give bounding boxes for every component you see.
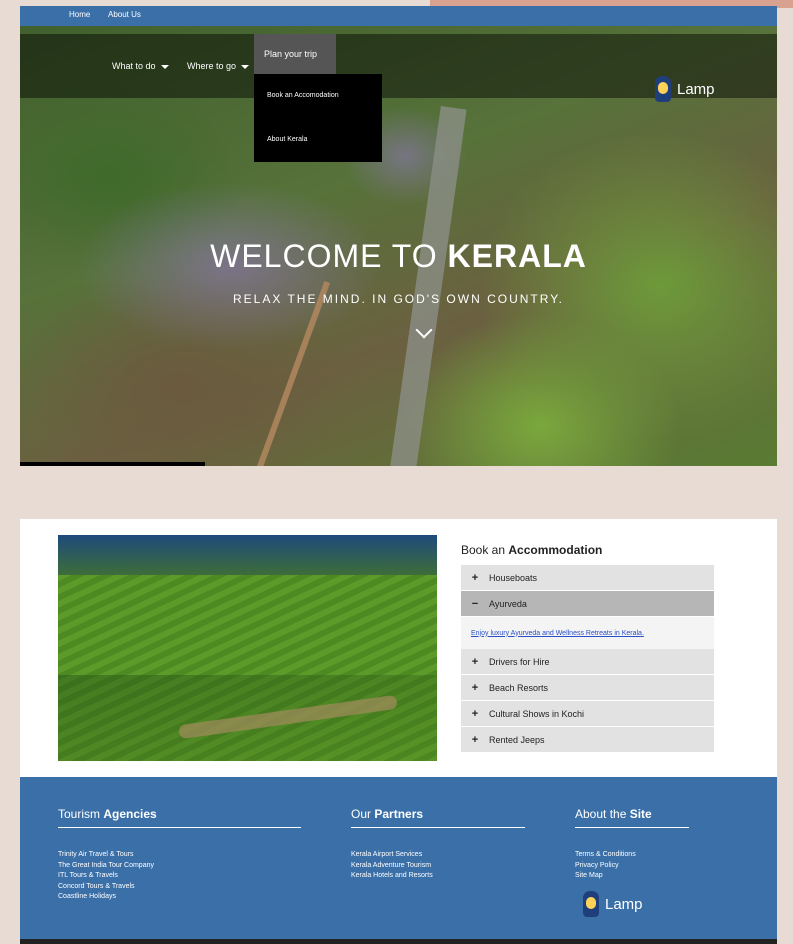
footer-site-heading: About the Site [575,807,689,828]
hero-road-decoration [389,105,467,466]
footer-site-heading-light: About the [575,807,630,821]
plus-icon: + [471,571,479,584]
plus-icon: + [471,655,479,668]
nav-what-to-do-label: What to do [112,61,156,71]
accordion-label: Drivers for Hire [489,656,550,667]
accordion-item-houseboats[interactable]: + Houseboats [461,565,714,591]
accordion-item-beach-resorts[interactable]: + Beach Resorts [461,675,714,701]
footer-agencies-heading: Tourism Agencies [58,807,301,828]
footer-partners-list: Kerala Airport Services Kerala Adventure… [351,850,525,882]
footer-link[interactable]: Terms & Conditions [575,850,689,861]
booking-accordion: Book an Accommodation + Houseboats − Ayu… [461,543,714,753]
hero-title-light: WELCOME TO [210,238,448,274]
plus-icon: + [471,707,479,720]
header-logo[interactable]: Lamp [655,76,715,102]
hero-section: Home About Us What to do Where to go Pla… [20,6,777,466]
tea-plantation-image [58,535,437,761]
accordion-item-drivers[interactable]: + Drivers for Hire [461,649,714,675]
accordion-label: Beach Resorts [489,682,549,693]
accordion-item-cultural-shows[interactable]: + Cultural Shows in Kochi [461,701,714,727]
footer-logo[interactable]: Lamp [583,891,643,917]
dropdown-book-accommodation[interactable]: Book an Accomodation [267,92,339,99]
accordion-label: Houseboats [489,572,538,583]
dropdown-about-kerala[interactable]: About Kerala [267,136,307,143]
main-nav: What to do Where to go Plan your trip La… [20,34,777,102]
accordion-label: Ayurveda [489,598,527,609]
booking-title-light: Book an [461,543,509,557]
plus-icon: + [471,681,479,694]
footer-agencies-heading-bold: Agencies [103,807,157,821]
nav-plan-your-trip-label: Plan your trip [264,49,318,59]
lamp-logo-icon [655,76,671,102]
footer-link[interactable]: The Great India Tour Company [58,861,301,872]
footer-agencies-heading-light: Tourism [58,807,104,821]
nav-plan-your-trip[interactable]: Plan your trip [254,34,336,98]
accordion-label: Cultural Shows in Kochi [489,708,585,719]
accordion-item-rented-jeeps[interactable]: + Rented Jeeps [461,727,714,753]
footer-link[interactable]: Kerala Airport Services [351,850,525,861]
minus-icon: − [471,597,479,610]
accommodation-panel: Book an Accommodation + Houseboats − Ayu… [20,519,777,777]
footer-partners-heading-light: Our [351,807,375,821]
footer-agencies: Tourism Agencies Trinity Air Travel & To… [58,807,301,903]
footer-link[interactable]: Trinity Air Travel & Tours [58,850,301,861]
accordion-label: Rented Jeeps [489,734,545,745]
footer-link[interactable]: ITL Tours & Travels [58,871,301,882]
hero-title-bold: KERALA [447,238,587,274]
booking-title: Book an Accommodation [461,543,714,557]
hero-progress-bar [20,462,205,466]
caret-down-icon [160,64,169,69]
photo-sky [58,535,437,575]
footer-link[interactable]: Privacy Policy [575,861,689,872]
footer-link[interactable]: Coastline Holidays [58,892,301,903]
logo-text: Lamp [677,80,715,98]
accordion-body-ayurveda: Enjoy luxury Ayurveda and Wellness Retre… [461,617,714,649]
footer: Tourism Agencies Trinity Air Travel & To… [20,777,777,939]
hero-title: WELCOME TO KERALA [20,238,777,275]
footer-link[interactable]: Kerala Adventure Tourism [351,861,525,872]
lamp-logo-icon [583,891,599,917]
hero-path-decoration [255,281,331,466]
top-link-about[interactable]: About Us [108,10,141,19]
footer-partners-heading: Our Partners [351,807,525,828]
footer-link[interactable]: Kerala Hotels and Resorts [351,871,525,882]
footer-bottom-strip [20,939,777,944]
nav-where-to-go[interactable]: Where to go [177,52,259,80]
accordion-item-ayurveda[interactable]: − Ayurveda [461,591,714,617]
footer-about-site: About the Site Terms & Conditions Privac… [575,807,689,882]
hero-subtitle: RELAX THE MIND. IN GOD'S OWN COUNTRY. [233,292,564,306]
nav-what-to-do[interactable]: What to do [102,52,179,80]
plus-icon: + [471,733,479,746]
top-bar: Home About Us [20,6,777,26]
footer-partners: Our Partners Kerala Airport Services Ker… [351,807,525,882]
footer-site-list: Terms & Conditions Privacy Policy Site M… [575,850,689,882]
footer-link[interactable]: Site Map [575,871,689,882]
top-link-home[interactable]: Home [69,10,90,19]
booking-title-bold: Accommodation [508,543,603,557]
footer-logo-text: Lamp [605,895,643,913]
footer-agencies-list: Trinity Air Travel & Tours The Great Ind… [58,850,301,903]
caret-down-icon [241,64,250,69]
plan-trip-dropdown: Book an Accomodation About Kerala [254,74,382,162]
footer-site-heading-bold: Site [629,807,652,821]
footer-partners-heading-bold: Partners [374,807,424,821]
ayurveda-retreats-link[interactable]: Enjoy luxury Ayurveda and Wellness Retre… [471,630,644,637]
footer-link[interactable]: Concord Tours & Travels [58,882,301,893]
nav-where-to-go-label: Where to go [187,61,237,71]
